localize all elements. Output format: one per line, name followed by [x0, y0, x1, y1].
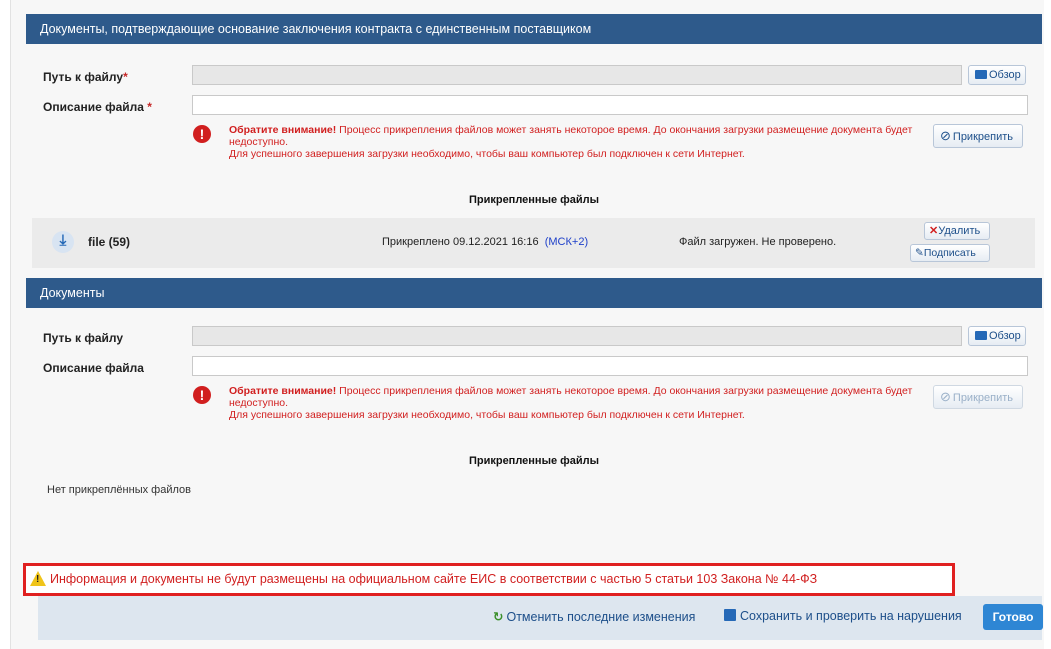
file-desc-input-2[interactable] [192, 356, 1028, 376]
file-path-label-2: Путь к файлу [43, 331, 124, 345]
notice-banner: Информация и документы не будут размещен… [23, 563, 955, 596]
form-container: Документы, подтверждающие основание закл… [26, 14, 1042, 501]
file-desc-row-2: Описание файла [26, 353, 1042, 383]
delete-button[interactable]: ✕Удалить [924, 222, 990, 240]
attach-button[interactable]: ⊘ Прикрепить [933, 124, 1023, 148]
upload-warning: ! Обратите внимание! Процесс прикреплени… [26, 122, 1042, 188]
exclamation-icon: ! [193, 125, 211, 143]
folder-icon [975, 331, 987, 340]
done-button[interactable]: Готово [983, 604, 1043, 630]
paperclip-icon: ⊘ [940, 389, 951, 404]
file-desc-label-2: Описание файла [43, 361, 144, 375]
file-path-input[interactable] [192, 65, 962, 85]
attached-files-title: Прикрепленные файлы [468, 194, 600, 206]
undo-link[interactable]: ↻ Отменить последние изменения [493, 609, 695, 624]
file-path-row-2: Путь к файлу Обзор [26, 323, 1042, 353]
pen-icon: ✎ [915, 247, 924, 259]
save-icon [724, 609, 736, 621]
section-header-documents: Документы [26, 278, 1042, 308]
paperclip-icon: ⊘ [940, 128, 951, 143]
notice-text: Информация и документы не будут размещен… [50, 572, 818, 586]
warning-text: Обратите внимание! Процесс прикрепления … [229, 124, 913, 160]
file-path-row: Путь к файлу* Обзор [26, 62, 1042, 92]
browse-button[interactable]: Обзор [968, 65, 1026, 85]
browse-button-2[interactable]: Обзор [968, 326, 1026, 346]
exclamation-icon: ! [193, 386, 211, 404]
close-icon: ✕ [929, 225, 939, 237]
save-check-link[interactable]: Сохранить и проверить на нарушения [724, 609, 962, 623]
file-date: Прикреплено 09.12.2021 16:16 (МСК+2) [382, 236, 589, 248]
folder-icon [975, 70, 987, 79]
file-desc-row: Описание файла * [26, 92, 1042, 122]
section-header-contract-docs: Документы, подтверждающие основание закл… [26, 14, 1042, 44]
file-status: Файл загружен. Не проверено. [679, 236, 837, 248]
warning-text-2: Обратите внимание! Процесс прикрепления … [229, 385, 913, 421]
warning-triangle-icon [30, 571, 46, 586]
table-row: ⤓ file (59) Прикреплено 09.12.2021 16:16… [32, 218, 1035, 268]
footer-bar: ↻ Отменить последние изменения Сохранить … [38, 596, 1043, 640]
sign-button[interactable]: ✎Подписать [910, 244, 990, 262]
page-frame: Документы, подтверждающие основание закл… [10, 0, 1044, 649]
file-name[interactable]: file (59) [88, 235, 130, 249]
file-desc-input[interactable] [192, 95, 1028, 115]
no-files-text: Нет прикреплённых файлов [47, 484, 191, 496]
undo-icon: ↻ [493, 610, 504, 624]
download-icon[interactable]: ⤓ [52, 231, 74, 253]
upload-warning-2: ! Обратите внимание! Процесс прикреплени… [26, 383, 1042, 449]
attach-button-2[interactable]: ⊘ Прикрепить [933, 385, 1023, 409]
file-path-label: Путь к файлу* [43, 70, 128, 84]
file-path-input-2[interactable] [192, 326, 962, 346]
file-desc-label: Описание файла * [43, 100, 152, 114]
attached-files-title-2: Прикрепленные файлы [468, 455, 600, 467]
